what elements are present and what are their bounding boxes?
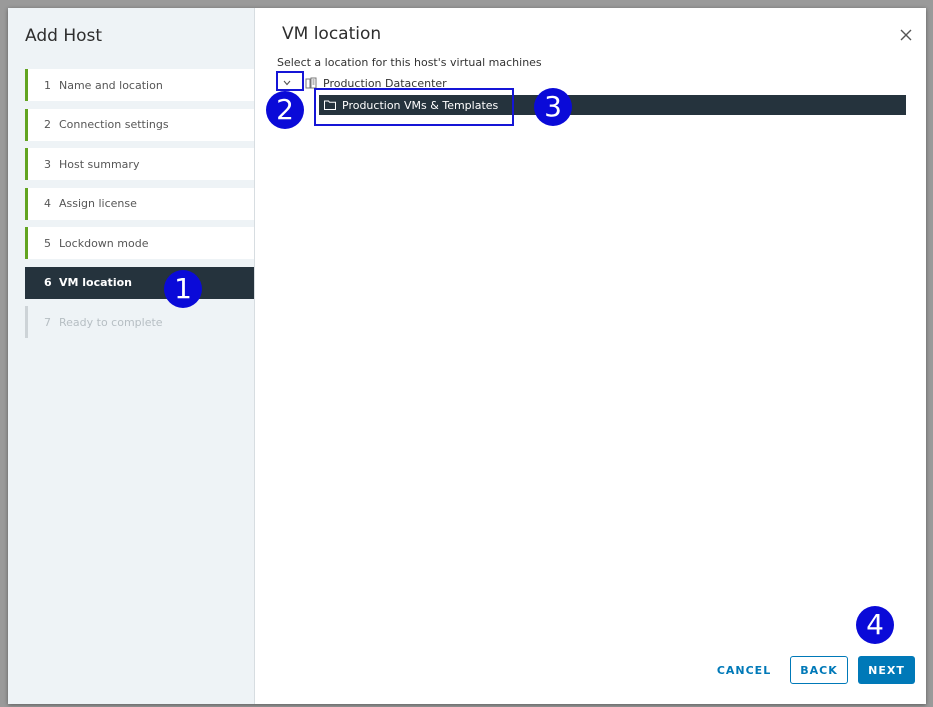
annotation-marker-3: 3: [534, 88, 572, 126]
folder-label: Production VMs & Templates: [342, 98, 499, 112]
step-label: Ready to complete: [59, 315, 163, 329]
annotation-marker-1: 1: [164, 270, 202, 308]
step-number: 2: [44, 118, 51, 131]
step-label: Name and location: [59, 78, 163, 92]
step-assign-license[interactable]: 4 Assign license: [25, 187, 254, 220]
datacenter-icon: [305, 77, 317, 89]
annotation-marker-4: 4: [856, 606, 894, 644]
next-button[interactable]: NEXT: [858, 656, 915, 684]
step-label: Connection settings: [59, 118, 169, 131]
wizard-nav: Add Host 1 Name and location 2 Connectio…: [8, 8, 255, 704]
folder-icon: [324, 100, 336, 110]
step-connection-settings[interactable]: 2 Connection settings: [25, 108, 254, 141]
close-icon[interactable]: [898, 28, 914, 44]
back-button[interactable]: BACK: [790, 656, 848, 684]
step-number: 5: [44, 236, 51, 250]
step-host-summary[interactable]: 3 Host summary: [25, 148, 254, 180]
wizard-steps: 1 Name and location 2 Connection setting…: [25, 69, 254, 346]
step-label: Lockdown mode: [59, 236, 149, 250]
annotation-marker-2: 2: [266, 91, 304, 129]
tree-node-folder[interactable]: Production VMs & Templates: [319, 95, 906, 115]
step-name-and-location[interactable]: 1 Name and location: [25, 69, 254, 101]
step-lockdown-mode[interactable]: 5 Lockdown mode: [25, 227, 254, 259]
tree-node-datacenter[interactable]: Production Datacenter: [277, 74, 447, 92]
step-label: Assign license: [59, 197, 137, 210]
step-label: Host summary: [59, 157, 140, 171]
wizard-content: VM location Select a location for this h…: [255, 8, 926, 704]
chevron-down-icon[interactable]: [277, 75, 297, 91]
step-number: 4: [44, 197, 51, 210]
add-host-dialog: Add Host 1 Name and location 2 Connectio…: [8, 8, 926, 704]
instruction-text: Select a location for this host's virtua…: [277, 56, 542, 69]
step-number: 1: [44, 78, 51, 92]
step-number: 7: [44, 315, 51, 329]
step-ready-to-complete: 7 Ready to complete: [25, 306, 254, 338]
cancel-button[interactable]: CANCEL: [717, 656, 771, 684]
step-vm-location[interactable]: 6 VM location: [25, 266, 254, 299]
page-title: VM location: [282, 24, 382, 44]
step-number: 3: [44, 157, 51, 171]
step-label: VM location: [59, 276, 132, 289]
datacenter-label: Production Datacenter: [323, 76, 447, 90]
step-number: 6: [44, 276, 52, 289]
wizard-title: Add Host: [25, 26, 103, 46]
